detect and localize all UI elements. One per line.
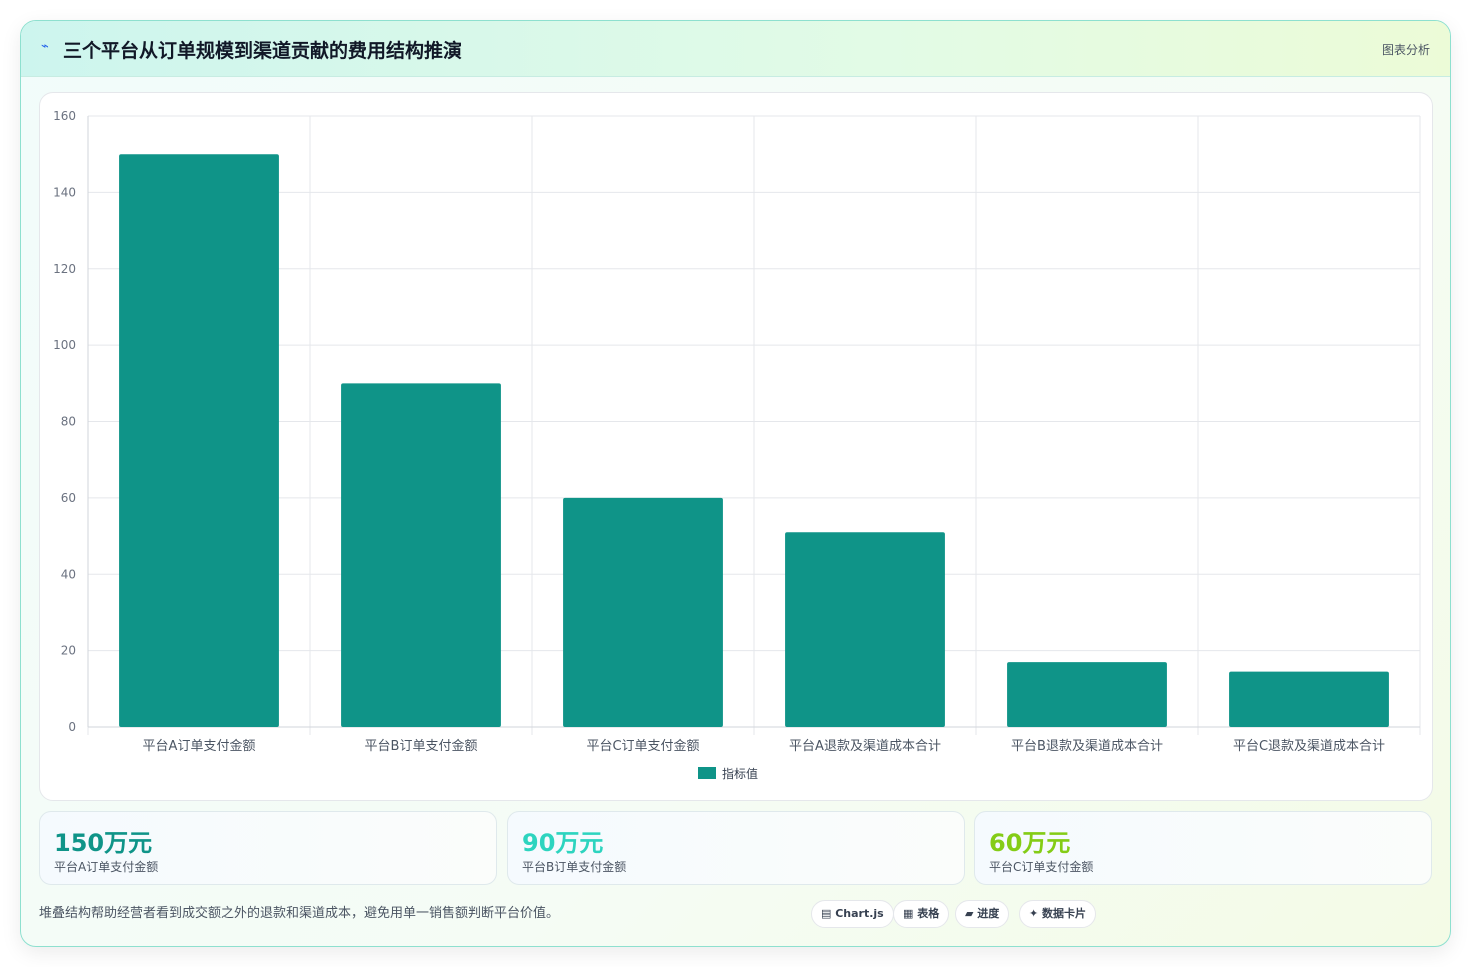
bar <box>341 383 501 727</box>
stat-card-1: 150万元 平台A订单支付金额 <box>39 811 497 885</box>
x-tick-label: 平台A退款及渠道成本合计 <box>789 739 941 754</box>
page-title: 三个平台从订单规模到渠道贡献的费用结构推演 <box>63 40 463 62</box>
y-tick-label: 60 <box>61 491 76 505</box>
stat-value: 90万元 <box>522 829 604 857</box>
y-tick-label: 40 <box>61 567 76 581</box>
y-tick-label: 120 <box>53 262 76 276</box>
stat-value: 60万元 <box>989 829 1071 857</box>
x-tick-label: 平台A订单支付金额 <box>143 738 256 754</box>
chartjs-pill[interactable]: ▤ Chart.js <box>811 900 894 928</box>
bar <box>1229 671 1389 727</box>
stat-label: 平台B订单支付金额 <box>522 860 627 874</box>
bar <box>785 532 945 727</box>
bar <box>563 497 723 727</box>
x-tick-label: 平台B退款及渠道成本合计 <box>1011 739 1163 754</box>
chart-line-icon: ⌁ <box>41 39 49 54</box>
stat-label: 平台C订单支付金额 <box>989 860 1094 874</box>
chart-panel: 0 20 40 60 80 100 120 140 160 平台A订单支付金额 平台B订单支付金额 平… <box>39 92 1433 801</box>
legend-label: 指标值 <box>722 766 758 781</box>
y-tick-label: 100 <box>53 338 76 352</box>
header-tag: 图表分析 <box>1381 43 1430 57</box>
y-tick-label: 0 <box>68 720 76 734</box>
stat-card-2: 90万元 平台B订单支付金额 <box>507 811 965 885</box>
stat-cards: 150万元 平台A订单支付金额 90万元 平台B订单支付金额 60万元 平台C订… <box>39 811 1432 885</box>
bar-chart: 0 20 40 60 80 100 120 140 160 平台A订单支付金额 平台B订单支付金额 平… <box>53 109 1421 781</box>
y-tick-label: 80 <box>61 415 76 429</box>
y-tick-label: 20 <box>61 644 76 658</box>
stat-label: 平台A订单支付金额 <box>54 860 159 874</box>
legend-swatch <box>698 767 716 779</box>
footer-note: 堆叠结构帮助经营者看到成交额之外的退款和渠道成本，避免用单一销售额判断平台价值。 <box>39 906 560 921</box>
y-tick-label: 140 <box>53 185 76 199</box>
table-pill[interactable]: ▦ 表格 <box>893 900 950 928</box>
stat-value: 150万元 <box>54 829 153 857</box>
stat-card-3: 60万元 平台C订单支付金额 <box>974 811 1432 885</box>
x-tick-label: 平台C订单支付金额 <box>586 738 699 754</box>
card-header: ⌁ 三个平台从订单规模到渠道贡献的费用结构推演 图表分析 <box>21 21 1450 77</box>
progress-pill[interactable]: ▰ 进度 <box>955 900 1010 928</box>
data-card-pill[interactable]: ✦ 数据卡片 <box>1019 900 1097 928</box>
x-tick-label: 平台B订单支付金额 <box>365 738 478 754</box>
bar <box>119 154 279 727</box>
x-tick-label: 平台C退款及渠道成本合计 <box>1233 739 1385 754</box>
dashboard-card: ⌁ 三个平台从订单规模到渠道贡献的费用结构推演 图表分析 0 20 40 60 80 10… <box>20 20 1451 947</box>
bar <box>1007 662 1167 727</box>
y-tick-label: 160 <box>53 109 76 123</box>
